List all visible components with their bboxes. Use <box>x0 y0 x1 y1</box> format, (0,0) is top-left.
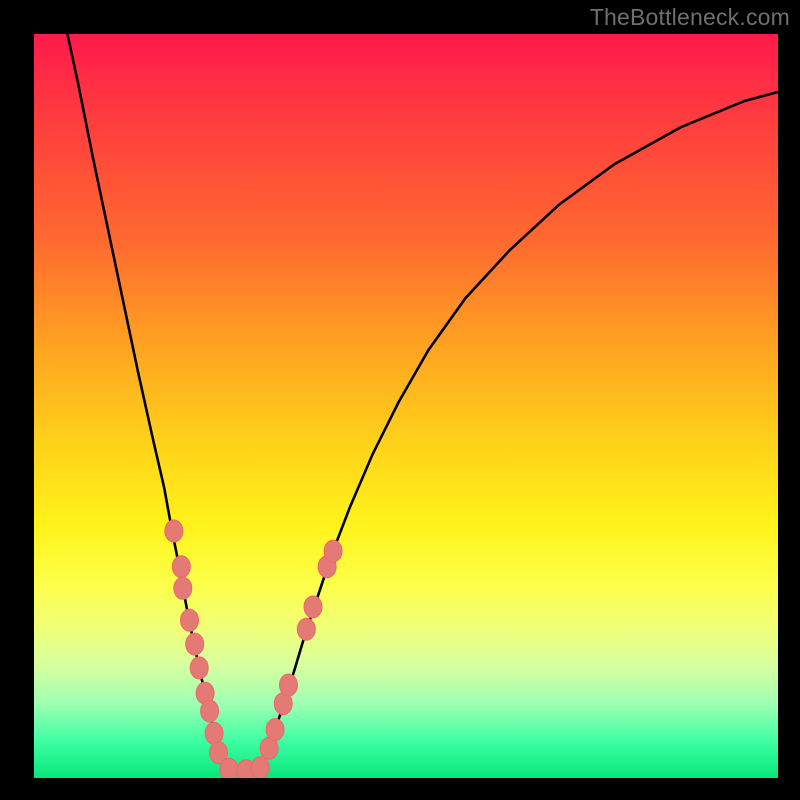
data-point-marker <box>304 596 322 618</box>
data-point-marker <box>251 757 269 778</box>
data-point-marker <box>324 540 342 562</box>
data-point-marker <box>266 719 284 741</box>
data-point-marker <box>205 722 223 744</box>
data-point-marker <box>279 674 297 696</box>
data-point-marker <box>201 700 219 722</box>
data-point-markers <box>165 520 342 778</box>
data-point-marker <box>190 657 208 679</box>
data-point-marker <box>186 633 204 655</box>
data-point-marker <box>172 556 190 578</box>
source-attribution: TheBottleneck.com <box>590 4 790 31</box>
data-point-marker <box>220 758 238 778</box>
data-point-marker <box>181 609 199 631</box>
data-point-marker <box>165 520 183 542</box>
right-curve <box>257 92 778 771</box>
data-point-marker <box>174 577 192 599</box>
left-curve <box>67 34 234 771</box>
chart-stage: TheBottleneck.com <box>0 0 800 800</box>
curves-layer <box>34 34 778 778</box>
data-point-marker <box>297 618 315 640</box>
